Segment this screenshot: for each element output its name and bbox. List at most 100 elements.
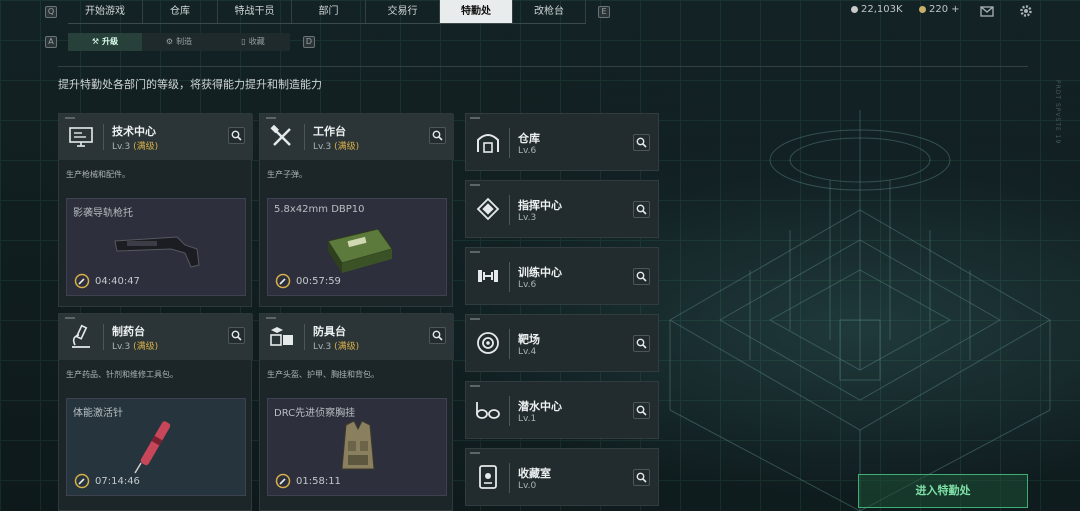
product-name: 5.8x42mm DBP10 — [274, 204, 365, 215]
search-icon — [636, 405, 647, 416]
production-slot[interactable]: 体能激活针 07:14:46 — [66, 398, 246, 496]
card-header: 技术中心 Lv.3 (满级) — [59, 114, 253, 160]
production-slot[interactable]: DRC先进侦察胸挂 01:58:11 — [267, 398, 447, 496]
tab-start-game[interactable]: 开始游戏 — [68, 0, 143, 24]
workshop-card-tech-center[interactable]: 技术中心 Lv.3 (满级) 生产枪械和配件。 影袭导轨枪托 04:40:47 — [58, 113, 253, 307]
facility-diving-center[interactable]: 潜水中心 Lv.1 — [465, 381, 659, 439]
silver-currency: 22,103K — [851, 4, 903, 15]
tab-market[interactable]: 交易行 — [366, 0, 440, 24]
product-name: DRC先进侦察胸挂 — [274, 408, 356, 419]
inspect-button[interactable] — [633, 201, 650, 218]
inspect-button[interactable] — [633, 402, 650, 419]
tabs-underline — [68, 23, 586, 24]
stock-icon — [114, 236, 200, 268]
inspect-button[interactable] — [429, 327, 446, 344]
facility-training-center[interactable]: 训练中心 Lv.6 — [465, 247, 659, 305]
facility-level: Lv.0 — [518, 481, 537, 491]
add-currency-icon[interactable]: + — [951, 4, 959, 15]
subtab-upgrade-label: 升级 — [102, 37, 119, 46]
sub-key-hint-left: A — [45, 36, 57, 48]
top-tabs: 开始游戏 仓库 特战干员 部门 交易行 特勤处 改枪台 — [68, 0, 586, 24]
card-header: 制药台 Lv.3 (满级) — [59, 314, 253, 360]
subtab-upgrade[interactable]: ⚒ 升级 — [68, 33, 142, 51]
inspect-button[interactable] — [429, 127, 446, 144]
workshop-title: 工作台 — [313, 125, 346, 138]
facility-command-center[interactable]: 指挥中心 Lv.3 — [465, 180, 659, 238]
workshop-level: Lv.3 (满级) — [313, 342, 360, 352]
search-icon — [636, 137, 647, 148]
production-slot[interactable]: 5.8x42mm DBP10 00:57:59 — [267, 198, 447, 296]
facility-title: 仓库 — [518, 132, 540, 145]
silver-coin-icon — [851, 6, 858, 13]
page-description: 提升特勤处各部门的等级，将获得能力提升和制造能力 — [58, 78, 322, 91]
tab-gunsmith[interactable]: 改枪台 — [513, 0, 586, 24]
workshop-card-pharmacy[interactable]: 制药台 Lv.3 (满级) 生产药品、针剂和维修工具包。 体能激活针 07:14… — [58, 313, 253, 511]
tab-operators[interactable]: 特战干员 — [218, 0, 292, 24]
workshop-level: Lv.3 (满级) — [112, 142, 159, 152]
inspect-button[interactable] — [633, 469, 650, 486]
tab-departments[interactable]: 部门 — [292, 0, 366, 24]
card-header: 工作台 Lv.3 (满级) — [260, 114, 454, 160]
production-timer: 00:57:59 — [296, 276, 341, 287]
gold-coin-icon — [919, 6, 926, 13]
inspect-button[interactable] — [228, 327, 245, 344]
inspect-button[interactable] — [633, 134, 650, 151]
workshop-level: Lv.3 (满级) — [112, 342, 159, 352]
search-icon — [231, 130, 242, 141]
base-blueprint-image — [669, 110, 1051, 511]
card-header: 防具台 Lv.3 (满级) — [260, 314, 454, 360]
inspect-button[interactable] — [228, 127, 245, 144]
production-slot[interactable]: 影袭导轨枪托 04:40:47 — [66, 198, 246, 296]
tab-special-ops[interactable]: 特勤处 — [440, 0, 513, 24]
syringe-icon — [134, 421, 171, 474]
subtab-craft[interactable]: ⚙ 制造 — [142, 33, 216, 51]
gold-currency[interactable]: 220 + — [919, 4, 959, 15]
sub-tabs: ⚒ 升级 ⚙ 制造 ▯ 收藏 — [68, 33, 290, 51]
sub-key-hint-right: D — [303, 36, 315, 48]
chip-icon — [476, 197, 500, 221]
subtab-collection[interactable]: ▯ 收藏 — [216, 33, 290, 51]
search-icon — [432, 130, 443, 141]
search-icon — [636, 338, 647, 349]
enter-special-ops-button[interactable]: 进入特勤处 — [858, 474, 1028, 508]
wrench-timer-icon — [74, 273, 90, 289]
workshop-card-armor-bench[interactable]: 防具台 Lv.3 (满级) 生产头盔、护甲、胸挂和背包。 DRC先进侦察胸挂 0… — [259, 313, 454, 511]
workshop-note: 生产子弹。 — [267, 170, 307, 179]
subtab-collection-label: 收藏 — [248, 37, 265, 46]
inspect-button[interactable] — [633, 268, 650, 285]
ammo-box-icon — [327, 228, 393, 273]
inspect-button[interactable] — [633, 335, 650, 352]
tab-warehouse[interactable]: 仓库 — [143, 0, 218, 24]
facility-warehouse[interactable]: 仓库 Lv.6 — [465, 113, 659, 171]
mail-icon[interactable] — [979, 3, 995, 19]
goggles-icon — [476, 402, 500, 419]
gold-amount: 220 — [929, 4, 949, 15]
trophy-case-icon — [479, 465, 497, 489]
workshop-title: 防具台 — [313, 325, 346, 338]
product-name: 体能激活针 — [73, 408, 123, 419]
upgrade-icon: ⚒ — [91, 37, 100, 46]
silver-amount: 22,103K — [861, 4, 903, 15]
search-icon — [636, 472, 647, 483]
key-hint-right: E — [598, 6, 610, 18]
workshop-note: 生产枪械和配件。 — [66, 170, 130, 179]
workshop-title: 技术中心 — [112, 125, 156, 138]
production-timer: 07:14:46 — [95, 476, 140, 487]
facility-title: 靶场 — [518, 333, 540, 346]
facility-collection-room[interactable]: 收藏室 Lv.0 — [465, 448, 659, 506]
production-timer: 01:58:11 — [296, 476, 341, 487]
facility-shooting-range[interactable]: 靶场 Lv.4 — [465, 314, 659, 372]
workshop-title: 制药台 — [112, 325, 145, 338]
facility-title: 指挥中心 — [518, 199, 562, 212]
facility-title: 训练中心 — [518, 266, 562, 279]
production-timer: 04:40:47 — [95, 276, 140, 287]
facility-level: Lv.6 — [518, 280, 537, 290]
facility-level: Lv.6 — [518, 146, 537, 156]
gear-icon[interactable] — [1018, 3, 1034, 19]
facility-title: 收藏室 — [518, 467, 551, 480]
search-icon — [231, 330, 242, 341]
facility-level: Lv.1 — [518, 414, 537, 424]
workshop-card-workbench[interactable]: 工作台 Lv.3 (满级) 生产子弹。 5.8x42mm DBP10 00:57… — [259, 113, 454, 307]
workshop-note: 生产药品、针剂和维修工具包。 — [66, 370, 178, 379]
craft-icon: ⚙ — [165, 37, 174, 46]
